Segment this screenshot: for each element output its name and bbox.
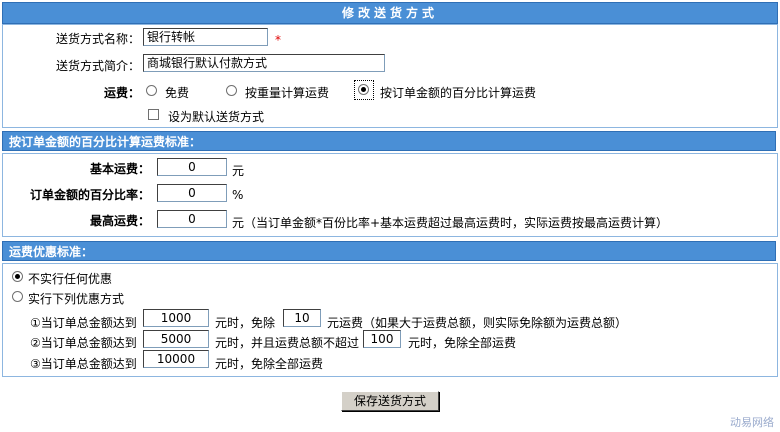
rule2-suffix: 元时，免除全部运费 [408,336,517,350]
rule3-suffix: 元时，免除全部运费 [215,357,324,371]
fee-percent-label: 按订单金额的百分比计算运费 [380,86,537,100]
rule1-mid: 元时，免除 [215,316,276,330]
rate-input[interactable]: 0 [157,184,227,202]
discount-below-radio[interactable] [12,291,23,302]
max-fee-note: 元（当订单金额*百份比率+基本运费超过最高运费时，实际运费按最高运费计算） [232,216,669,230]
page-title: 修改送货方式 [2,2,778,24]
discount-below-label: 实行下列优惠方式 [28,292,125,306]
base-fee-label: 基本运费： [89,162,150,176]
watermark: 动易网络 [730,416,774,429]
rule1-suffix: 元运费（如果大于运费总额，则实际免除额为运费总额） [327,316,628,330]
desc-input[interactable]: 商城银行默认付款方式 [143,54,385,72]
base-fee-unit: 元 [232,164,245,178]
fee-label: 运费： [103,86,140,100]
rule2-amount-input[interactable]: 5000 [143,330,209,348]
base-fee-input[interactable]: 0 [157,158,227,176]
rule1-fee-input[interactable]: 10 [283,309,321,327]
max-fee-input[interactable]: 0 [157,210,227,228]
name-input[interactable]: 银行转帐 [143,28,268,46]
default-checkbox[interactable] [148,109,159,120]
rule2-mid: 元时，并且运费总额不超过 [215,336,360,350]
fee-free-radio[interactable] [146,85,157,96]
discount-none-label: 不实行任何优惠 [28,272,113,286]
desc-label: 送货方式简介： [55,59,140,73]
rule3-prefix: ③当订单总金额达到 [30,357,137,371]
rate-unit: % [232,188,244,202]
fee-weight-label: 按重量计算运费 [245,86,330,100]
discount-section-header: 运费优惠标准： [2,241,776,261]
rule1-amount-input[interactable]: 1000 [143,309,209,327]
discount-none-radio[interactable] [12,271,23,282]
required-mark: * [275,33,281,47]
name-label: 送货方式名称： [55,32,140,46]
default-label: 设为默认送货方式 [168,110,265,124]
fee-free-label: 免费 [165,86,190,100]
fee-weight-radio[interactable] [226,85,237,96]
rule3-amount-input[interactable]: 10000 [143,350,209,368]
save-button[interactable]: 保存送货方式 [341,391,439,411]
fee-percent-radio[interactable] [358,84,369,95]
max-fee-label: 最高运费： [89,214,150,228]
rule1-prefix: ①当订单总金额达到 [30,316,137,330]
rate-label: 订单金额的百分比率： [29,188,150,202]
percent-section-header: 按订单金额的百分比计算运费标准： [2,131,776,151]
rule2-fee-input[interactable]: 100 [363,330,401,348]
rule2-prefix: ②当订单总金额达到 [30,336,137,350]
